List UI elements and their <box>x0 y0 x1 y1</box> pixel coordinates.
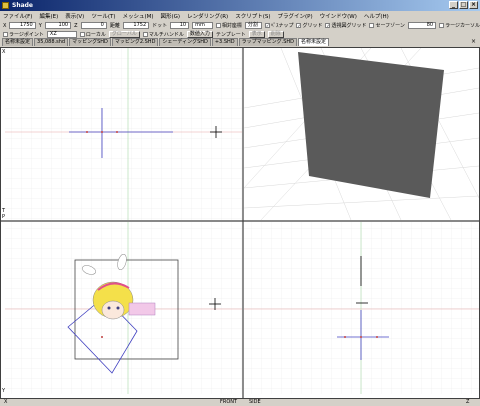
status-axis-right: Z <box>466 399 470 405</box>
large-point-checkbox[interactable]: ラージポイント <box>3 31 44 38</box>
delete-button[interactable]: 削除 <box>267 31 284 38</box>
menu-plugin[interactable]: プラグイン(P) <box>278 12 313 20</box>
viewport-area: X T P Y <box>0 47 480 399</box>
status-axis-left: X <box>4 399 8 405</box>
maximize-button[interactable]: □ <box>459 1 468 9</box>
tab-mapping2[interactable]: マッピング2.SHD <box>111 38 159 46</box>
menu-view[interactable]: 表示(V) <box>65 12 84 20</box>
menu-shape[interactable]: 図形(G) <box>161 12 181 20</box>
local-checkbox[interactable]: ローカル <box>79 31 106 38</box>
snap-checkbox[interactable]: ✓ ﾍﾟｽナップ <box>264 22 293 29</box>
axis-label-p: P <box>2 214 5 220</box>
tab-untitled-1[interactable]: 名称未設定 <box>2 38 34 46</box>
dot-field[interactable]: 10 <box>170 22 190 29</box>
z-field[interactable]: 0 <box>80 22 107 29</box>
large-cursor-checkbox[interactable]: ラージカーソル <box>439 22 480 29</box>
menu-bar: ファイル(F) 編集(E) 表示(V) ツール(T) メッシュ(M) 図形(G)… <box>0 11 480 21</box>
close-icon[interactable]: × <box>471 38 476 45</box>
minimize-button[interactable]: _ <box>449 1 458 9</box>
multihandle-checkbox[interactable]: マルチハンドル <box>142 31 184 38</box>
grid-checkbox[interactable]: ✓ グリッド <box>296 22 322 29</box>
window-title: Shade <box>12 2 34 9</box>
distance-label: 距離 <box>109 23 120 29</box>
plane-select[interactable]: XZ <box>46 31 77 38</box>
x-field[interactable]: 1750 <box>9 22 36 29</box>
axis-label-x-top: X <box>2 49 6 55</box>
menu-edit[interactable]: 編集(E) <box>39 12 58 20</box>
tab-35088[interactable]: 35,088.shd <box>34 38 69 46</box>
z-label: Z <box>74 22 78 29</box>
tab-3shd[interactable]: +3.SHD <box>211 38 238 46</box>
coordinate-bar: X 1750 Y 100 Z 0 距離 1752 ドット 10 mm 相対座標 … <box>0 21 480 30</box>
menu-script[interactable]: スクリプト(S) <box>235 12 270 20</box>
app-icon <box>2 2 9 9</box>
status-bar: X FRONT SIDE Z <box>0 398 480 406</box>
cube-face[interactable] <box>298 52 444 198</box>
menu-window[interactable]: ウインドウ(W) <box>320 12 357 20</box>
dot-label: ドット <box>152 23 168 29</box>
status-front: FRONT <box>220 399 238 405</box>
template-label: テンプレート <box>215 32 246 38</box>
global-button[interactable]: グローバル <box>108 31 140 38</box>
distance-field[interactable]: 1752 <box>122 22 150 29</box>
tab-untitled-2[interactable]: 名称未設定 <box>297 38 329 46</box>
menu-tool[interactable]: ツール(T) <box>91 12 115 20</box>
menu-render[interactable]: レンダリング(R) <box>187 12 228 20</box>
close-button[interactable]: × <box>469 1 478 9</box>
show-button[interactable]: 表示 <box>248 31 265 38</box>
perspective-grid-checkbox[interactable]: ✓ 透視図グリッド <box>325 22 366 29</box>
tab-wrap-mapping[interactable]: ラップマッピング.SHD <box>238 38 297 46</box>
menu-mesh[interactable]: メッシュ(M) <box>122 12 153 20</box>
perspective-view[interactable] <box>243 48 479 221</box>
relative-checkbox[interactable]: 相対座標 <box>215 22 242 29</box>
unit-select[interactable]: mm <box>192 22 213 29</box>
menu-file[interactable]: ファイル(F) <box>3 12 32 20</box>
title-bar: Shade _ □ × <box>0 0 480 11</box>
numeric-input-button[interactable]: 数値入力 <box>186 31 213 38</box>
front-view[interactable] <box>5 222 242 394</box>
y-field[interactable]: 100 <box>44 22 72 29</box>
safezone-field[interactable]: 80 <box>407 22 437 29</box>
top-view[interactable] <box>5 48 242 220</box>
menu-help[interactable]: ヘルプ(H) <box>364 12 389 20</box>
tab-shading[interactable]: シェーディングSHD <box>159 38 211 46</box>
split-select[interactable]: 分割 <box>244 22 262 29</box>
safezone-checkbox[interactable]: セーフゾーン <box>369 22 405 29</box>
x-label: X <box>3 22 7 29</box>
status-side: SIDE <box>249 399 261 405</box>
side-view[interactable] <box>244 222 479 394</box>
y-label: Y <box>38 22 42 29</box>
document-tabs: 名称未設定 35,088.shd マッピングSHD マッピング2.SHD シェー… <box>0 38 480 46</box>
tab-mapping[interactable]: マッピングSHD <box>69 38 111 46</box>
